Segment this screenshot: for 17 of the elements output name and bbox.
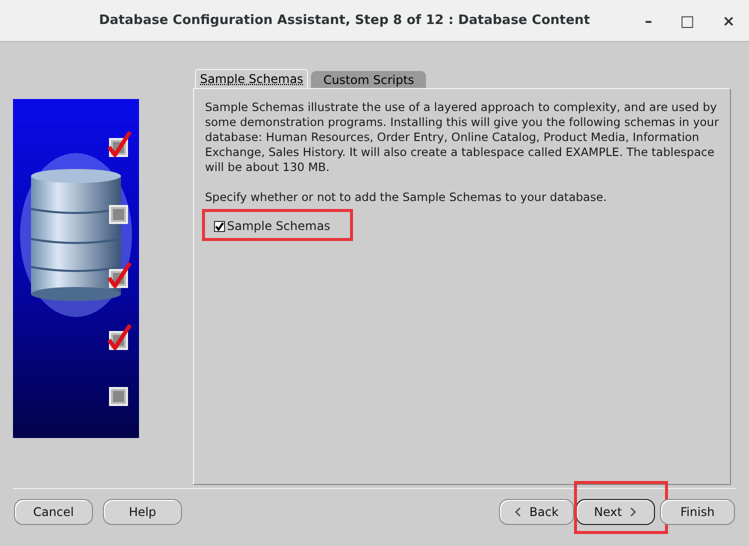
minimize-button[interactable]: – xyxy=(644,11,652,31)
back-button[interactable]: Back xyxy=(499,499,574,525)
next-button[interactable]: Next xyxy=(576,499,655,525)
dialog-button[interactable]: Finish xyxy=(660,499,735,525)
description-text: Sample Schemas illustrate the use of a layered approach to complexity, and are used by some demonstration programs. Installing this will give you the following schemas in your database: Human Resources, Order Entry, Online Catalog, Product Media, Information Exchange, Sales History. It will also create a tablespace called EXAMPLE. The tablespace will be about 130 MB. xyxy=(205,100,719,175)
close-button[interactable]: × xyxy=(722,11,735,31)
window-title: Database Configuration Assistant, Step 8 of 12 : Database Content xyxy=(98,12,590,30)
right-chevron-icon xyxy=(630,507,637,517)
checkbox-icon[interactable] xyxy=(214,221,225,232)
maximize-button[interactable]: □ xyxy=(680,11,694,31)
dialog-button[interactable]: Help xyxy=(103,499,182,525)
sample-schemas-checkbox[interactable]: Sample Schemas xyxy=(214,219,330,234)
tab[interactable]: Sample Schemas xyxy=(195,69,308,88)
dialog-button[interactable]: Cancel xyxy=(14,499,93,525)
left-chevron-icon xyxy=(514,507,522,517)
prompt-text: Specify whether or not to add the Sample Schemas to your database. xyxy=(205,190,608,205)
tab[interactable]: Custom Scripts xyxy=(311,71,426,88)
